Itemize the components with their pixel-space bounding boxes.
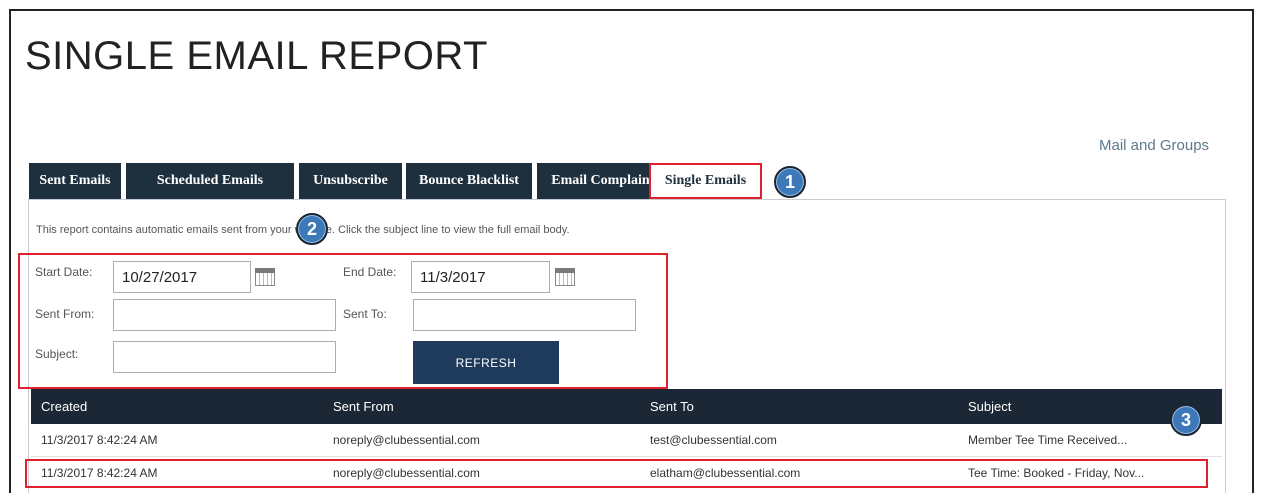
refresh-button[interactable]: REFRESH <box>413 341 559 384</box>
column-header-subject[interactable]: Subject <box>968 399 1011 414</box>
column-header-created[interactable]: Created <box>41 399 87 414</box>
subject-input[interactable] <box>113 341 336 373</box>
tab-sent-emails[interactable]: Sent Emails <box>29 163 121 199</box>
callout-1: 1 <box>774 166 806 198</box>
sent-to-input[interactable] <box>413 299 636 331</box>
table-header: Created Sent From Sent To Subject <box>31 389 1222 424</box>
cell-subject-link[interactable]: Member Tee Time Received... <box>968 433 1127 447</box>
sent-to-label: Sent To: <box>343 307 387 321</box>
column-header-sent-from[interactable]: Sent From <box>333 399 394 414</box>
page-title: SINGLE EMAIL REPORT <box>25 34 488 78</box>
cell-created: 11/3/2017 8:42:24 AM <box>41 433 158 447</box>
start-date-input[interactable] <box>113 261 251 293</box>
start-date-label: Start Date: <box>35 265 93 279</box>
column-header-sent-to[interactable]: Sent To <box>650 399 694 414</box>
end-date-input[interactable] <box>411 261 550 293</box>
tab-unsubscribe[interactable]: Unsubscribe <box>299 163 402 199</box>
sent-from-label: Sent From: <box>35 307 95 321</box>
calendar-icon[interactable] <box>255 268 275 286</box>
tab-scheduled-emails[interactable]: Scheduled Emails <box>126 163 294 199</box>
callout-2: 2 <box>296 213 328 245</box>
cell-sent-to: test@clubessential.com <box>650 433 777 447</box>
tab-bounce-blacklist[interactable]: Bounce Blacklist <box>406 163 532 199</box>
table-row: 11/3/2017 8:42:24 AM noreply@clubessenti… <box>31 424 1222 457</box>
subject-label: Subject: <box>35 347 79 361</box>
tab-single-emails[interactable]: Single Emails <box>649 163 762 199</box>
row-highlight <box>25 459 1208 488</box>
end-date-label: End Date: <box>343 265 397 279</box>
calendar-icon[interactable] <box>555 268 575 286</box>
mail-and-groups-link[interactable]: Mail and Groups <box>1099 137 1209 154</box>
sent-from-input[interactable] <box>113 299 336 331</box>
cell-sent-from: noreply@clubessential.com <box>333 433 480 447</box>
